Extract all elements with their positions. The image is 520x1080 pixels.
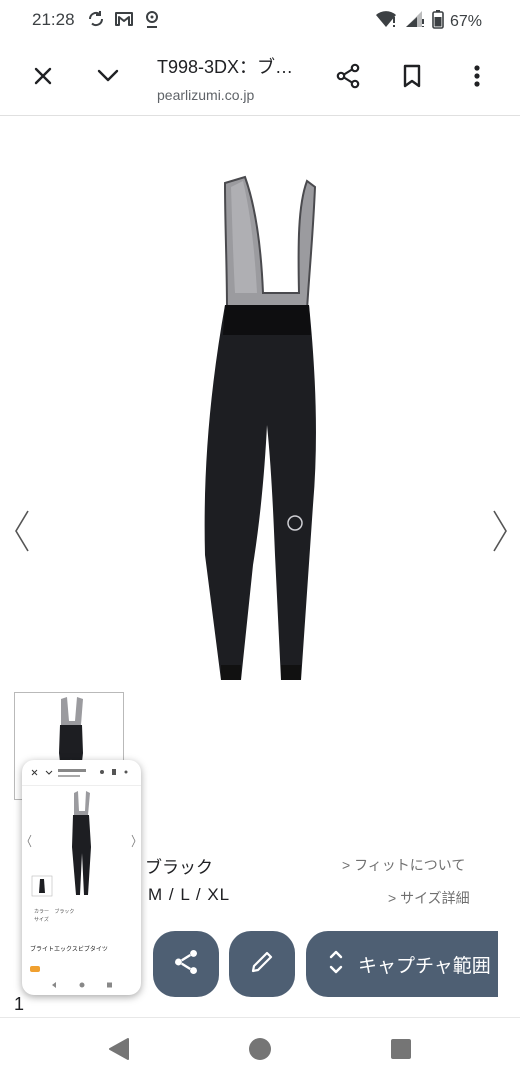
size-detail-link[interactable]: > サイズ詳細 bbox=[388, 888, 470, 908]
battery-icon bbox=[432, 9, 444, 34]
system-navigation-bar bbox=[0, 1017, 520, 1080]
more-vert-icon bbox=[473, 64, 481, 93]
capture-range-button[interactable]: キャプチャ範囲 bbox=[306, 931, 498, 997]
preview-nav-bar bbox=[52, 982, 112, 988]
share-icon bbox=[172, 948, 200, 981]
page-url: pearlizumi.co.jp bbox=[157, 87, 255, 103]
recents-square-icon bbox=[388, 1039, 414, 1066]
minimize-button[interactable] bbox=[86, 56, 130, 100]
back-button[interactable] bbox=[106, 1036, 132, 1062]
preview-size-row: サイズ bbox=[34, 917, 49, 923]
color-value: ブラック bbox=[145, 858, 213, 877]
product-image bbox=[195, 175, 335, 690]
wifi-icon bbox=[374, 9, 398, 34]
share-button[interactable] bbox=[326, 56, 370, 100]
preview-color-row: カラー ブラック bbox=[34, 909, 75, 915]
recents-button[interactable] bbox=[388, 1036, 414, 1062]
preview-product-image bbox=[27, 791, 136, 897]
status-time: 21:28 bbox=[32, 10, 75, 29]
chevron-right-icon bbox=[488, 510, 512, 557]
back-triangle-icon bbox=[106, 1038, 132, 1066]
battery-percent: 67% bbox=[449, 12, 482, 30]
next-image-button[interactable] bbox=[488, 509, 512, 553]
capture-share-button[interactable] bbox=[153, 931, 219, 997]
more-options-button[interactable] bbox=[455, 56, 499, 100]
sync-icon bbox=[86, 9, 106, 34]
preview-badge bbox=[30, 966, 40, 972]
previous-image-button[interactable] bbox=[10, 509, 34, 553]
bookmark-button[interactable] bbox=[390, 56, 434, 100]
home-button[interactable] bbox=[247, 1036, 273, 1062]
capture-edit-button[interactable] bbox=[229, 931, 295, 997]
sizes-value: M / L / XL bbox=[148, 885, 231, 904]
capture-range-label: キャプチャ範囲 bbox=[358, 955, 491, 977]
close-icon bbox=[33, 66, 53, 91]
fit-link[interactable]: > フィットについて bbox=[342, 855, 465, 875]
share-icon bbox=[335, 63, 361, 94]
gmail-icon bbox=[114, 9, 134, 34]
chevron-left-icon bbox=[10, 510, 34, 557]
chevron-down-icon bbox=[96, 68, 120, 89]
pencil-icon bbox=[249, 949, 275, 980]
home-circle-icon bbox=[247, 1038, 273, 1066]
expand-vertical-icon bbox=[328, 948, 344, 981]
signal-icon bbox=[404, 9, 426, 34]
screenshot-preview[interactable]: カラー ブラック サイズ ブライトエックスビブタイツ bbox=[22, 760, 141, 995]
page-title: T998-3DX：ブ… bbox=[157, 57, 294, 77]
price-peek: 1 bbox=[14, 994, 65, 1014]
browser-toolbar: T998-3DX：ブ… pearlizumi.co.jp bbox=[0, 40, 520, 116]
preview-title: ブライトエックスビブタイツ bbox=[30, 947, 108, 953]
close-button[interactable] bbox=[21, 56, 65, 100]
bookmark-icon bbox=[402, 64, 422, 93]
location-icon bbox=[142, 9, 162, 34]
status-bar: 21:28 67% bbox=[0, 0, 520, 40]
